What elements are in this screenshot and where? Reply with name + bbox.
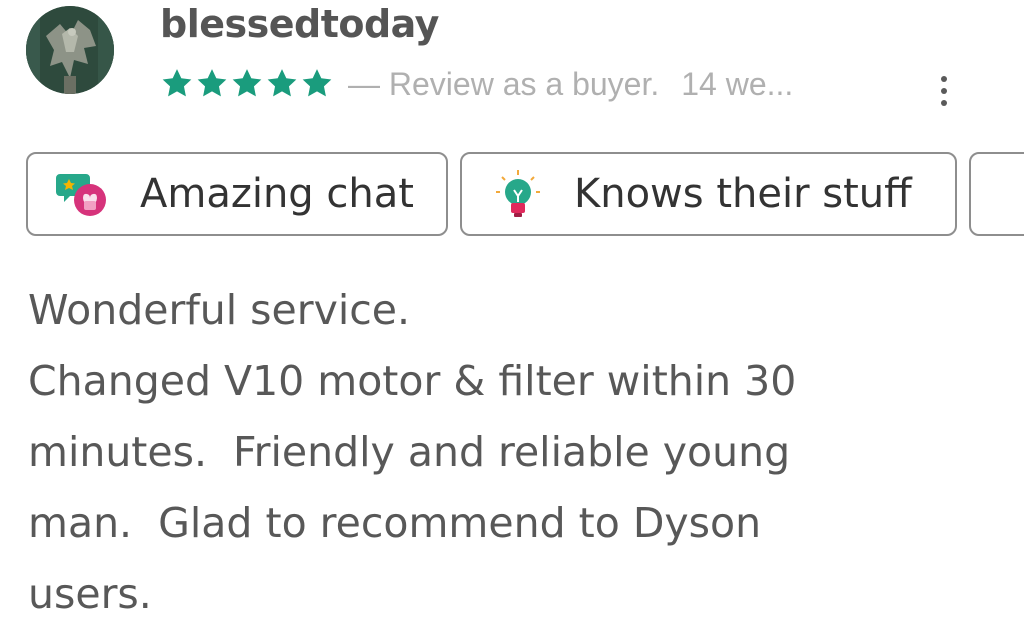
eagle-statue-icon	[26, 6, 114, 94]
more-vertical-icon-dot-2	[941, 88, 947, 94]
review-meta-row: — Review as a buyer. 14 we...	[160, 62, 793, 106]
more-vertical-icon-dot-3	[941, 100, 947, 106]
tag-chip-partial[interactable]	[969, 152, 1024, 236]
avatar[interactable]	[26, 6, 114, 94]
more-options-button[interactable]	[930, 70, 958, 112]
tag-chip-amazing-chat[interactable]: Amazing chat	[26, 152, 448, 236]
review-role-text: — Review as a buyer.	[348, 65, 660, 102]
review-date: 14 we...	[681, 65, 794, 102]
star-rating	[160, 68, 334, 100]
star-icon	[230, 68, 264, 100]
star-icon	[195, 68, 229, 100]
star-icon	[265, 68, 299, 100]
star-icon	[300, 68, 334, 100]
reviewer-username[interactable]: blessedtoday	[160, 2, 439, 46]
tag-label: Knows their stuff	[574, 171, 912, 217]
lightbulb-icon	[492, 168, 544, 220]
chat-heart-icon	[56, 168, 108, 220]
star-icon	[160, 68, 194, 100]
more-vertical-icon	[941, 76, 947, 82]
review-text: Wonderful service. Changed V10 motor & f…	[28, 286, 797, 618]
tag-chip-knows-their-stuff[interactable]: Knows their stuff	[460, 152, 957, 236]
tag-label: Amazing chat	[140, 171, 414, 217]
